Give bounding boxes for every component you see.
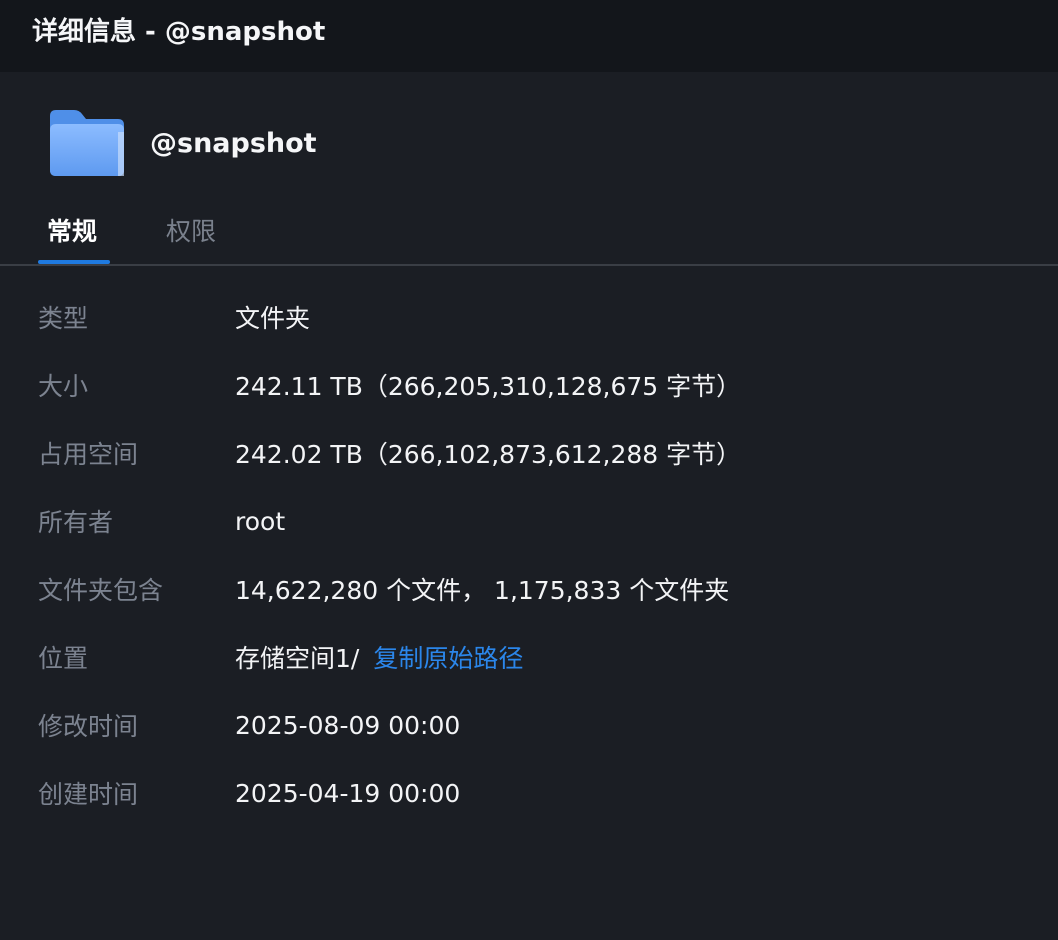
active-tab-indicator — [38, 260, 110, 264]
window-titlebar: 详细信息 - @snapshot — [0, 0, 1058, 72]
tab-permissions[interactable]: 权限 — [166, 212, 216, 248]
detail-label: 创建时间 — [38, 780, 139, 809]
detail-value: 242.02 TB（266,102,873,612,288 字节） — [235, 440, 742, 469]
detail-label: 类型 — [38, 304, 89, 333]
detail-label: 修改时间 — [38, 712, 139, 741]
detail-row-created: 创建时间 2025-04-19 00:00 — [0, 759, 1058, 827]
detail-label: 占用空间 — [38, 440, 139, 469]
window-title: 详细信息 - @snapshot — [32, 16, 326, 47]
detail-value: 2025-04-19 00:00 — [235, 778, 461, 808]
detail-row-owner: 所有者 root — [0, 487, 1058, 555]
detail-label: 所有者 — [38, 508, 114, 537]
folder-icon — [48, 108, 126, 178]
detail-value: 14,622,280 个文件， 1,175,833 个文件夹 — [235, 576, 730, 605]
location-path: 存储空间1/ — [235, 644, 360, 673]
detail-value: 242.11 TB（266,205,310,128,675 字节） — [235, 372, 742, 401]
detail-row-type: 类型 文件夹 — [0, 283, 1058, 351]
tab-bar: 常规 权限 — [0, 196, 1058, 266]
tab-general[interactable]: 常规 — [47, 212, 97, 248]
detail-row-size: 大小 242.11 TB（266,205,310,128,675 字节） — [0, 351, 1058, 419]
detail-label: 文件夹包含 — [38, 576, 164, 605]
detail-label: 位置 — [38, 644, 89, 673]
detail-value: 文件夹 — [235, 304, 311, 333]
copy-original-path-link[interactable]: 复制原始路径 — [373, 644, 523, 673]
folder-name: @snapshot — [150, 127, 317, 159]
detail-label: 大小 — [38, 372, 89, 401]
detail-value-location: 存储空间1/复制原始路径 — [235, 639, 523, 675]
details-list: 类型 文件夹 大小 242.11 TB（266,205,310,128,675 … — [0, 283, 1058, 827]
detail-value: 2025-08-09 00:00 — [235, 710, 461, 740]
detail-value: root — [235, 506, 286, 536]
detail-row-contains: 文件夹包含 14,622,280 个文件， 1,175,833 个文件夹 — [0, 555, 1058, 623]
detail-row-disk-usage: 占用空间 242.02 TB（266,102,873,612,288 字节） — [0, 419, 1058, 487]
detail-row-modified: 修改时间 2025-08-09 00:00 — [0, 691, 1058, 759]
item-header: @snapshot — [48, 108, 317, 178]
detail-row-location: 位置 存储空间1/复制原始路径 — [0, 623, 1058, 691]
